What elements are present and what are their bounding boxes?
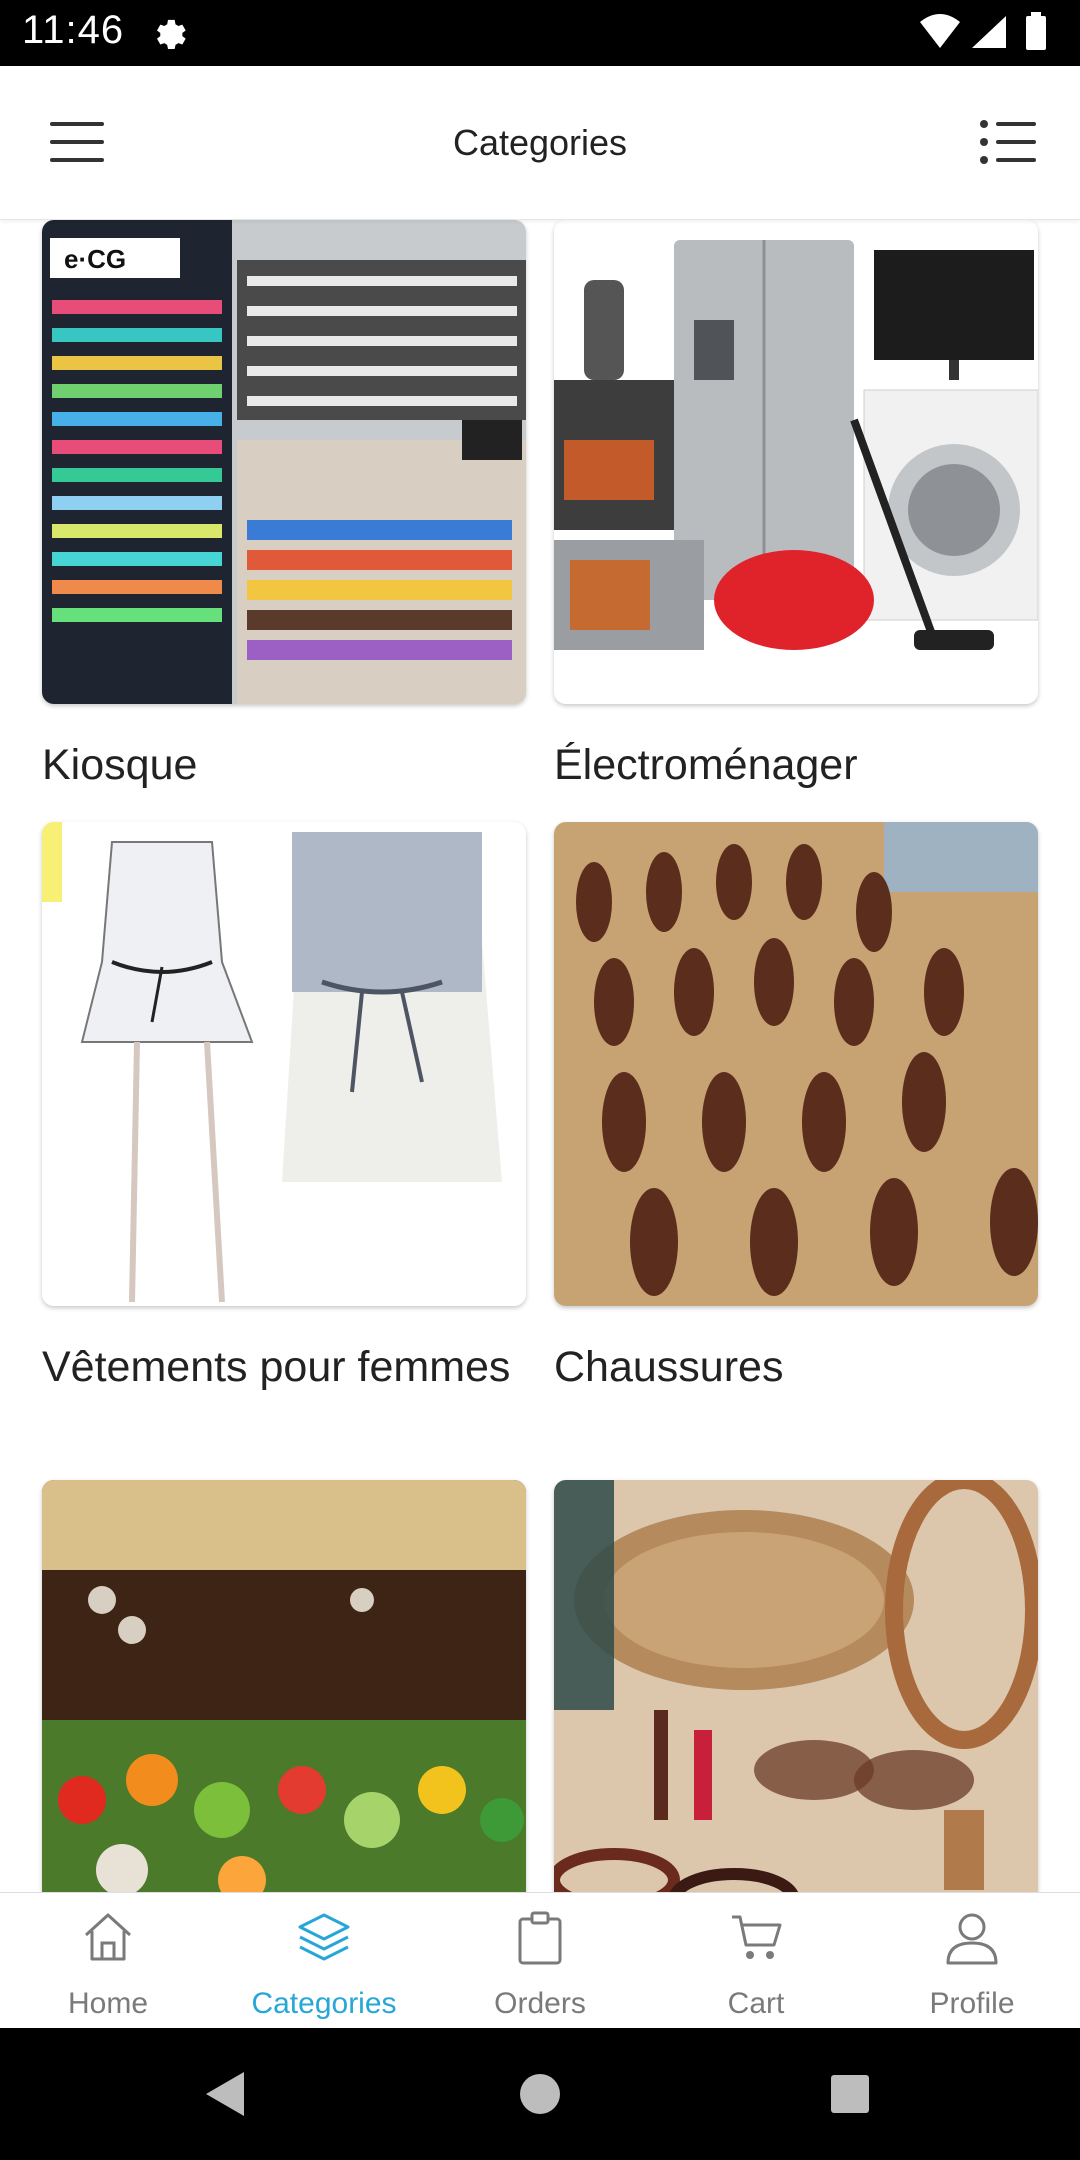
- bottom-navigation: Home Categories Orders Cart Profile: [0, 1892, 1080, 2028]
- settings-gear-icon: [157, 19, 186, 49]
- clipboard-icon: [518, 1911, 562, 1965]
- wifi-icon: [920, 14, 960, 48]
- battery-icon: [1026, 16, 1046, 50]
- status-time: 11:46: [22, 8, 125, 52]
- category-card-5[interactable]: [42, 1480, 526, 1892]
- nav-label: Categories: [251, 1987, 397, 2020]
- category-image[interactable]: e·CG: [42, 220, 526, 704]
- home-circle-icon[interactable]: [520, 2074, 560, 2114]
- nav-cart[interactable]: Cart: [648, 1893, 864, 2029]
- category-image[interactable]: [554, 822, 1038, 1306]
- page-title: Categories: [452, 122, 628, 163]
- category-image[interactable]: [42, 1480, 526, 1892]
- nav-profile[interactable]: Profile: [864, 1893, 1080, 2029]
- category-card-vetements-femmes[interactable]: Vêtements pour femmes: [42, 822, 526, 1395]
- nav-label: Home: [67, 1987, 149, 2020]
- nav-categories[interactable]: Categories: [216, 1893, 432, 2029]
- category-image[interactable]: [554, 1480, 1038, 1892]
- category-label: Vêtements pour femmes: [42, 1343, 511, 1391]
- nav-home[interactable]: Home: [0, 1893, 216, 2029]
- cart-icon: [732, 1915, 782, 1959]
- profile-icon: [946, 1913, 998, 1965]
- nav-label: Cart: [727, 1987, 785, 2020]
- category-image[interactable]: [42, 822, 526, 1306]
- category-label: Électroménager: [554, 741, 858, 789]
- app-bar: Categories: [0, 66, 1080, 220]
- category-card-chaussures[interactable]: Chaussures: [554, 822, 1038, 1395]
- category-card-6[interactable]: [554, 1480, 1038, 1892]
- svg-text:e·CG: e·CG: [64, 244, 126, 274]
- layers-icon: [298, 1913, 350, 1961]
- category-label: Kiosque: [42, 741, 198, 789]
- nav-label: Profile: [929, 1987, 1015, 2020]
- nav-orders[interactable]: Orders: [432, 1893, 648, 2029]
- recents-icon[interactable]: [831, 2075, 869, 2113]
- status-indicators: [920, 12, 1046, 50]
- category-image[interactable]: [554, 220, 1038, 704]
- category-label: Chaussures: [554, 1343, 784, 1391]
- nav-label: Orders: [494, 1987, 586, 2020]
- category-card-kiosque[interactable]: e·CG Kiosque: [42, 220, 526, 793]
- back-icon[interactable]: [206, 2072, 244, 2116]
- category-grid: e·CG Kiosque Électroménager Vêtements po…: [0, 220, 1080, 1892]
- signal-icon: [972, 16, 1006, 48]
- category-card-electromenager[interactable]: Électroménager: [554, 220, 1038, 793]
- system-navigation-bar: [0, 2028, 1080, 2160]
- home-icon: [84, 1913, 132, 1961]
- list-view-icon[interactable]: [970, 110, 1044, 174]
- status-bar: 11:46: [0, 0, 1080, 66]
